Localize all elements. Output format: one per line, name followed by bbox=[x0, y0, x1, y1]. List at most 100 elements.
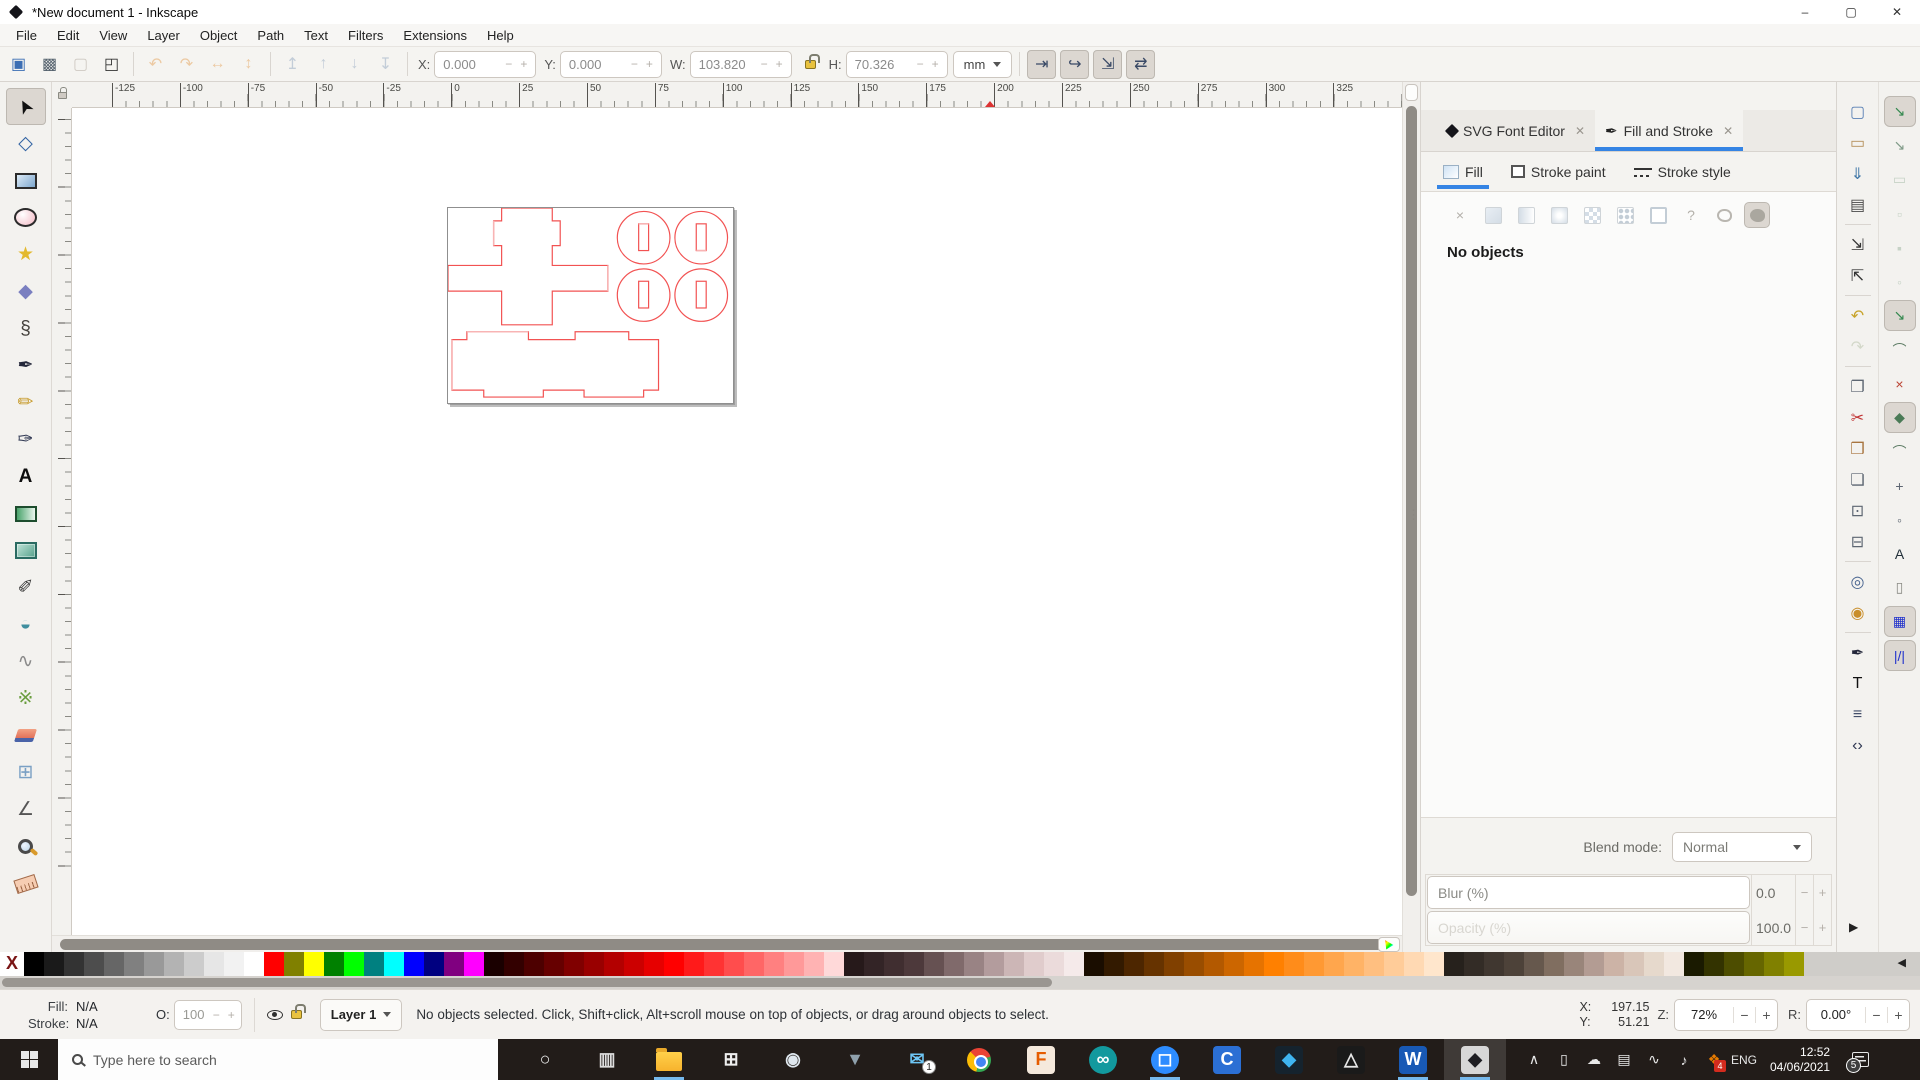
taskbar-fusion-360[interactable]: F bbox=[1010, 1039, 1072, 1080]
fill-stroke-dialog-button[interactable]: ✒ bbox=[1842, 637, 1874, 668]
h-plus-button[interactable]: + bbox=[928, 57, 943, 71]
layer-lock-icon[interactable] bbox=[290, 1004, 306, 1019]
fill-rule-nonzero[interactable] bbox=[1744, 202, 1770, 228]
close-button[interactable]: ✕ bbox=[1874, 0, 1920, 24]
mesh-tool[interactable] bbox=[6, 532, 46, 569]
layer-visibility-icon[interactable] bbox=[266, 1009, 283, 1020]
select-all-layers[interactable]: ▩ bbox=[35, 50, 64, 79]
paint-radial-gradient[interactable] bbox=[1546, 202, 1572, 228]
palette-swatch[interactable] bbox=[824, 952, 844, 976]
clone-button[interactable]: ⊡ bbox=[1842, 495, 1874, 526]
circle-cutout-path[interactable] bbox=[616, 268, 671, 322]
palette-swatch[interactable] bbox=[324, 952, 344, 976]
palette-swatch[interactable] bbox=[1004, 952, 1024, 976]
paint-flat-color[interactable] bbox=[1480, 202, 1506, 228]
w-input[interactable]: 103.820 − + bbox=[689, 50, 792, 78]
commands-expander[interactable]: ▶ bbox=[1849, 920, 1858, 934]
y-input[interactable]: 0.000 − + bbox=[559, 50, 662, 78]
h-input[interactable]: 70.326 − + bbox=[845, 50, 948, 78]
palette-swatch[interactable] bbox=[1384, 952, 1404, 976]
vertical-scrollbar[interactable]: ⋮ bbox=[1402, 82, 1420, 952]
menu-path[interactable]: Path bbox=[247, 26, 294, 45]
palette-swatch[interactable] bbox=[1364, 952, 1384, 976]
palette-swatch[interactable] bbox=[84, 952, 104, 976]
rotate-ccw[interactable]: ↶ bbox=[141, 50, 170, 79]
rotation-input[interactable]: 0.00° − + bbox=[1806, 998, 1910, 1031]
y-plus-button[interactable]: + bbox=[642, 57, 657, 71]
menu-edit[interactable]: Edit bbox=[47, 26, 89, 45]
flip-vertical[interactable]: ↕ bbox=[234, 50, 263, 79]
opacity-plus-button[interactable]: + bbox=[1813, 910, 1831, 945]
palette-none-swatch[interactable]: X bbox=[0, 952, 24, 976]
zoom-input[interactable]: 72% − + bbox=[1674, 998, 1778, 1031]
layer-dropdown[interactable]: Layer 1 bbox=[319, 998, 403, 1031]
blur-slider[interactable]: Blur (%) bbox=[1427, 876, 1750, 909]
palette-swatch[interactable] bbox=[1744, 952, 1764, 976]
palette-swatch[interactable] bbox=[844, 952, 864, 976]
tray-onedrive[interactable]: ☁ bbox=[1580, 1039, 1608, 1080]
rectangle-tool[interactable] bbox=[6, 162, 46, 199]
ruler-corner[interactable] bbox=[52, 82, 72, 108]
snap-bbox-edge-midpoints-button[interactable]: ▪ bbox=[1884, 232, 1916, 263]
palette-swatch[interactable] bbox=[904, 952, 924, 976]
snap-midpoints-button[interactable]: + bbox=[1884, 470, 1916, 501]
palette-swatch[interactable] bbox=[164, 952, 184, 976]
blend-mode-dropdown[interactable]: Normal bbox=[1672, 832, 1812, 862]
eraser-tool[interactable] bbox=[6, 717, 46, 754]
palette-swatch[interactable] bbox=[804, 952, 824, 976]
subtab-stroke-style[interactable]: Stroke style bbox=[1624, 156, 1741, 188]
palette-swatch[interactable] bbox=[644, 952, 664, 976]
select-all[interactable]: ▣ bbox=[4, 50, 33, 79]
tray-wifi[interactable]: ∿ bbox=[1640, 1039, 1668, 1080]
y-value[interactable]: 0.000 bbox=[569, 57, 627, 72]
taskbar-affinity-designer[interactable]: △ bbox=[1320, 1039, 1382, 1080]
tray-chevron-up[interactable]: ∧ bbox=[1520, 1039, 1548, 1080]
w-plus-button[interactable]: + bbox=[772, 57, 787, 71]
canvas[interactable] bbox=[72, 108, 1402, 935]
snap-enable-button[interactable]: ↘ bbox=[1883, 96, 1916, 127]
palette-swatch[interactable] bbox=[1444, 952, 1464, 976]
document-page[interactable] bbox=[447, 207, 734, 404]
palette-swatch[interactable] bbox=[1784, 952, 1804, 976]
palette-swatch[interactable] bbox=[1424, 952, 1444, 976]
palette-swatch[interactable] bbox=[284, 952, 304, 976]
guide-lock-icon[interactable] bbox=[57, 86, 67, 99]
color-managed-mode-button[interactable] bbox=[1378, 937, 1400, 952]
palette-swatch[interactable] bbox=[564, 952, 584, 976]
calligraphy-tool[interactable]: ✑ bbox=[6, 421, 46, 458]
taskbar-capture-one[interactable]: C bbox=[1196, 1039, 1258, 1080]
h-value[interactable]: 70.326 bbox=[855, 57, 913, 72]
palette-swatch[interactable] bbox=[264, 952, 284, 976]
tray-tablet[interactable]: ▯ bbox=[1550, 1039, 1578, 1080]
lower-to-bottom[interactable]: ↧ bbox=[371, 50, 400, 79]
palette-scrollbar[interactable] bbox=[0, 976, 1920, 989]
scrollbar-corner-button[interactable] bbox=[1405, 84, 1418, 101]
palette-swatch[interactable] bbox=[1084, 952, 1104, 976]
scale-pattern-toggle[interactable]: ⇄ bbox=[1126, 49, 1156, 79]
horizontal-scrollbar-thumb[interactable] bbox=[60, 939, 1390, 950]
ruler-tool[interactable] bbox=[6, 865, 46, 902]
raise[interactable]: ↑ bbox=[309, 50, 338, 79]
taskbar-cortana[interactable]: ○ bbox=[514, 1039, 576, 1080]
palette-swatch[interactable] bbox=[304, 952, 324, 976]
palette-swatch[interactable] bbox=[1164, 952, 1184, 976]
print-document-button[interactable]: ▤ bbox=[1842, 189, 1874, 220]
flip-horizontal[interactable]: ↔ bbox=[203, 50, 232, 79]
undo-button[interactable]: ↶ bbox=[1842, 300, 1874, 331]
zoom-tool[interactable] bbox=[6, 828, 46, 865]
text-tool[interactable]: A bbox=[6, 458, 46, 495]
copy-button[interactable]: ❐ bbox=[1842, 371, 1874, 402]
tweak-tool[interactable]: ∿ bbox=[6, 643, 46, 680]
layers-dialog-button[interactable]: ≡ bbox=[1842, 699, 1874, 730]
x-value[interactable]: 0.000 bbox=[443, 57, 501, 72]
palette-scroll-left-icon[interactable]: ◀ bbox=[1898, 956, 1906, 969]
horizontal-ruler[interactable]: -125 -100 -75 -50 -25 0 25 50 75 100 125 150 175 200 2… bbox=[72, 82, 1402, 108]
notification-center-button[interactable]: 5 bbox=[1840, 1039, 1880, 1080]
palette-swatch[interactable] bbox=[444, 952, 464, 976]
rotation-minus-button[interactable]: − bbox=[1865, 1006, 1887, 1023]
scale-gradient-toggle[interactable]: ⇲ bbox=[1093, 49, 1123, 79]
zoom-plus-button[interactable]: + bbox=[1755, 1006, 1777, 1023]
snap-bbox-edges-button[interactable]: ▭ bbox=[1884, 164, 1916, 195]
selection-bbox[interactable]: ◰ bbox=[97, 50, 126, 79]
palette-swatch[interactable] bbox=[184, 952, 204, 976]
